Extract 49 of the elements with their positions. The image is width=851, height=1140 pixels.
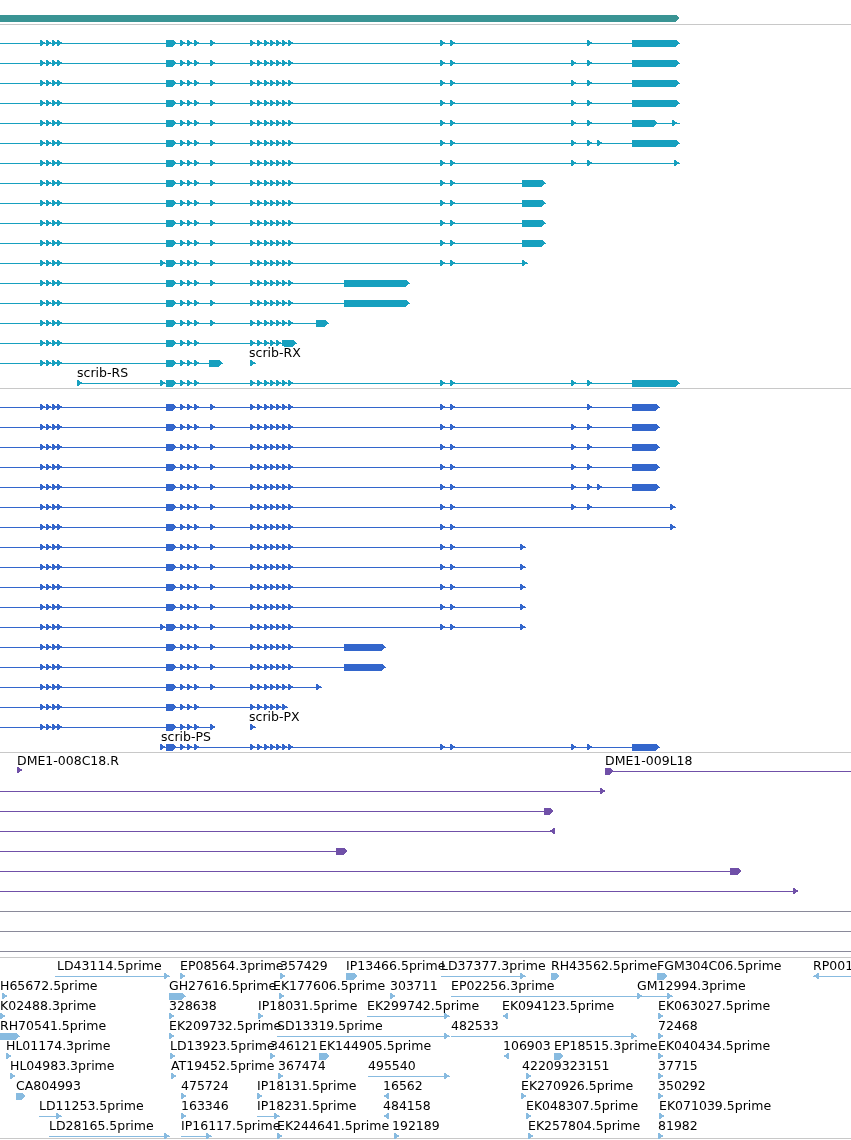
est-label: 482533 <box>451 1018 499 1033</box>
est-label: EP02256.3prime <box>451 978 555 993</box>
est-label: EK257804.5prime <box>528 1118 641 1133</box>
est-label: 495540 <box>368 1058 416 1073</box>
est-label: 163346 <box>181 1098 229 1113</box>
transcript-label: scrib-PS <box>161 729 211 744</box>
est-label: EK040434.5prime <box>658 1038 771 1053</box>
est-label: EP18515.3prime <box>554 1038 658 1053</box>
est-label: AT19452.5prime <box>171 1058 275 1073</box>
est-label: 192189 <box>392 1118 440 1133</box>
est-label: RH70541.5prime <box>0 1018 107 1033</box>
est-label: CA804993 <box>16 1078 81 1093</box>
est-label: EK071039.5prime <box>659 1098 772 1113</box>
est-label: EK048307.5prime <box>526 1098 639 1113</box>
est-label: EK299742.5prime <box>367 998 480 1013</box>
est-label: LD11253.5prime <box>39 1098 144 1113</box>
est-label: GM12994.3prime <box>637 978 746 993</box>
est-label: 72468 <box>658 1018 698 1033</box>
est-label: EK144905.5prime <box>319 1038 432 1053</box>
est-label: H65672.5prime <box>0 978 98 993</box>
est-label: EK094123.5prime <box>502 998 615 1013</box>
transcript-label: scrib-RX <box>249 345 301 360</box>
est-label: 37715 <box>658 1058 698 1073</box>
transcript-label: scrib-PX <box>249 709 300 724</box>
est-label: 328638 <box>169 998 217 1013</box>
est-label: IP18031.5prime <box>258 998 358 1013</box>
clone-label: DME1-009L18 <box>605 753 693 768</box>
est-label: HL04983.3prime <box>10 1058 115 1073</box>
est-label: 350292 <box>658 1078 706 1093</box>
est-label: 303711 <box>390 978 438 993</box>
est-label: FGM304C06.5prime <box>657 958 782 973</box>
est-label: HL01174.3prime <box>6 1038 111 1053</box>
est-label: 484158 <box>383 1098 431 1113</box>
est-label: LD43114.5prime <box>57 958 162 973</box>
est-label: 367474 <box>278 1058 326 1073</box>
est-label: EK270926.5prime <box>521 1078 634 1093</box>
est-label: EK063027.5prime <box>658 998 771 1013</box>
est-label: RH43562.5prime <box>551 958 658 973</box>
est-label: K02488.3prime <box>0 998 97 1013</box>
est-label: 16562 <box>383 1078 423 1093</box>
est-label: LD28165.5prime <box>49 1118 154 1133</box>
est-label: 475724 <box>181 1078 229 1093</box>
transcript-label: scrib-RS <box>77 365 129 380</box>
est-label: 106903 <box>503 1038 551 1053</box>
est-label: IP18231.5prime <box>257 1098 357 1113</box>
est-label: 42209323151 <box>522 1058 610 1073</box>
clone-label: DME1-008C18.R <box>17 753 119 768</box>
est-label: 81982 <box>658 1118 698 1133</box>
est-label: IP18131.5prime <box>257 1078 357 1093</box>
